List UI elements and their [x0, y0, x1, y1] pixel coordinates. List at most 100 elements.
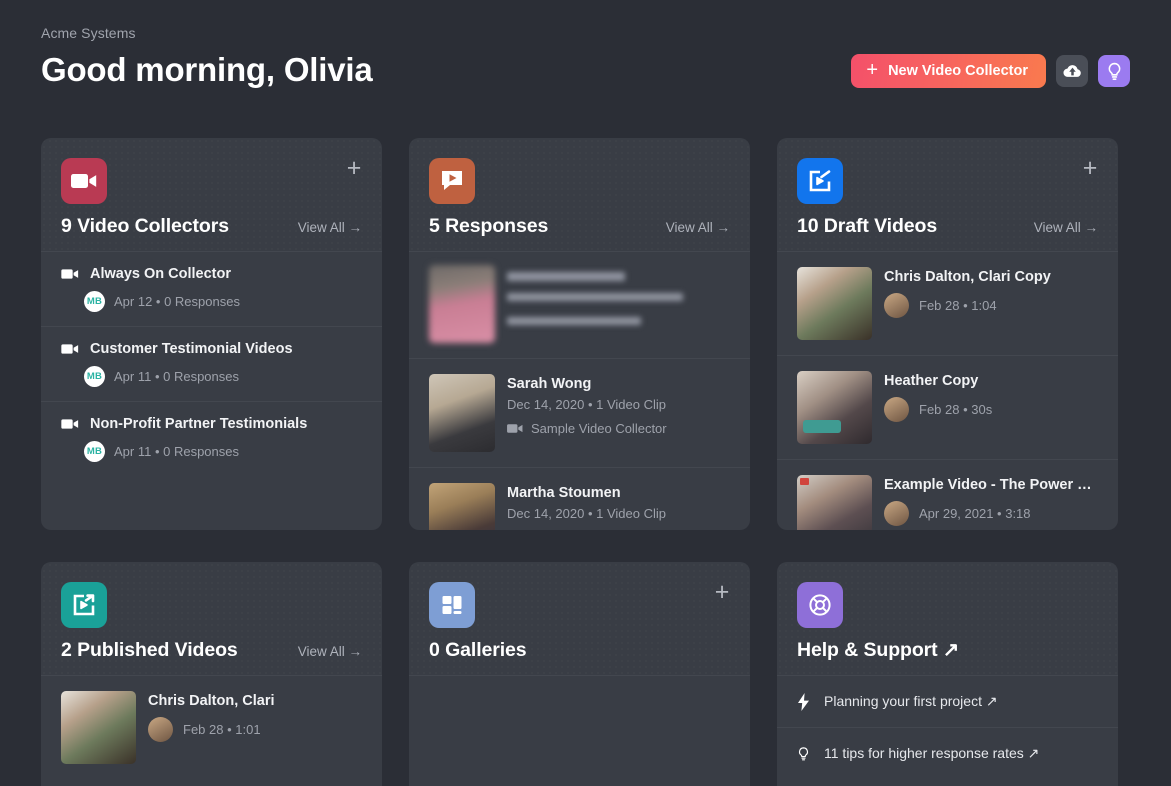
video-thumbnail — [797, 267, 872, 340]
video-meta: Apr 29, 2021 • 3:18 — [919, 506, 1031, 521]
help-link-label: 11 tips for higher response rates ↗ — [824, 745, 1039, 762]
card-responses: 5 Responses View All → Sarah Wong Dec 14… — [409, 138, 750, 530]
list-item[interactable]: Non-Profit Partner Testimonials MB Apr 1… — [41, 401, 382, 476]
video-title: Example Video - The Power of ... — [884, 477, 1100, 493]
video-camera-icon — [507, 423, 523, 434]
video-meta: Feb 28 • 1:04 — [919, 298, 997, 313]
card-body: Planning your first project ↗ 11 tips fo… — [777, 675, 1118, 786]
list-item[interactable]: Martha Stoumen Dec 14, 2020 • 1 Video Cl… — [409, 467, 750, 530]
video-thumbnail — [61, 691, 136, 764]
card-title[interactable]: Help & Support ↗ — [797, 638, 959, 662]
video-title: Chris Dalton, Clari — [148, 693, 364, 709]
video-title: Chris Dalton, Clari Copy — [884, 269, 1100, 285]
card-header: + 10 Draft Videos View All → — [777, 138, 1118, 251]
video-thumbnail — [797, 371, 872, 444]
dashboard-grid: + 9 Video Collectors View All → Always O… — [41, 138, 1130, 786]
card-body: Sarah Wong Dec 14, 2020 • 1 Video Clip S… — [409, 251, 750, 530]
card-video-collectors: + 9 Video Collectors View All → Always O… — [41, 138, 382, 530]
cloud-upload-icon — [1063, 63, 1082, 80]
card-title: 5 Responses — [429, 215, 548, 238]
help-link-planning[interactable]: Planning your first project ↗ — [777, 675, 1118, 727]
collector-name: Non-Profit Partner Testimonials — [90, 416, 307, 432]
card-help-support: Help & Support ↗ Planning your first pro… — [777, 562, 1118, 786]
avatar — [884, 397, 909, 422]
avatar — [884, 293, 909, 318]
card-header: + 0 Galleries — [409, 562, 750, 675]
tips-button[interactable] — [1098, 55, 1130, 87]
add-video-collector-button[interactable]: + — [343, 158, 365, 180]
card-title: 2 Published Videos — [61, 639, 238, 662]
avatar: MB — [84, 441, 105, 462]
video-edit-icon — [797, 158, 843, 204]
response-thumbnail — [429, 265, 495, 343]
response-play-bubble-icon — [429, 158, 475, 204]
lightbulb-icon — [797, 745, 810, 763]
video-meta: Feb 28 • 30s — [919, 402, 992, 417]
plus-icon: + — [866, 60, 878, 80]
video-thumbnail — [797, 475, 872, 530]
card-body: Always On Collector MB Apr 12 • 0 Respon… — [41, 251, 382, 530]
card-header: 5 Responses View All → — [409, 138, 750, 251]
card-draft-videos: + 10 Draft Videos View All → Chris Dalto… — [777, 138, 1118, 530]
help-link-tips[interactable]: 11 tips for higher response rates ↗ — [777, 727, 1118, 779]
add-draft-video-button[interactable]: + — [1079, 158, 1101, 180]
response-thumbnail — [429, 483, 495, 530]
help-link-label: Planning your first project ↗ — [824, 693, 998, 710]
list-item[interactable]: Sarah Wong Dec 14, 2020 • 1 Video Clip S… — [409, 358, 750, 467]
card-galleries: + 0 Galleries — [409, 562, 750, 786]
collector-name: Always On Collector — [90, 266, 231, 282]
add-gallery-button[interactable]: + — [711, 582, 733, 604]
card-body-empty — [409, 675, 750, 786]
video-camera-icon — [61, 268, 79, 280]
card-title: 9 Video Collectors — [61, 215, 229, 238]
list-item[interactable]: Chris Dalton, Clari Copy Feb 28 • 1:04 — [777, 251, 1118, 355]
upload-button[interactable] — [1056, 55, 1088, 87]
card-published-videos: 2 Published Videos View All → Chris Dalt… — [41, 562, 382, 786]
response-name: Sarah Wong — [507, 376, 732, 392]
card-title: 0 Galleries — [429, 639, 527, 662]
card-header: + 9 Video Collectors View All → — [41, 138, 382, 251]
collector-name: Customer Testimonial Videos — [90, 341, 293, 357]
response-thumbnail — [429, 374, 495, 452]
new-video-collector-button[interactable]: + New Video Collector — [851, 54, 1046, 88]
list-item[interactable]: Customer Testimonial Videos MB Apr 11 • … — [41, 326, 382, 401]
list-item[interactable]: Heather Copy Feb 28 • 30s — [777, 355, 1118, 459]
avatar — [884, 501, 909, 526]
avatar: MB — [84, 291, 105, 312]
collector-meta: Apr 11 • 0 Responses — [114, 444, 239, 459]
video-camera-icon — [61, 418, 79, 430]
video-title: Heather Copy — [884, 373, 1100, 389]
card-title: 10 Draft Videos — [797, 215, 937, 238]
view-all-link[interactable]: View All → — [1034, 220, 1098, 235]
organization-name: Acme Systems — [41, 24, 1130, 42]
card-header: 2 Published Videos View All → — [41, 562, 382, 675]
view-all-link[interactable]: View All → — [666, 220, 730, 235]
collector-meta: Apr 12 • 0 Responses — [114, 294, 240, 309]
bolt-icon — [797, 693, 810, 711]
view-all-link[interactable]: View All → — [298, 220, 362, 235]
list-item[interactable]: Example Video - The Power of ... Apr 29,… — [777, 459, 1118, 530]
page-header: Acme Systems Good morning, Olivia + New … — [41, 24, 1130, 102]
view-all-link[interactable]: View All → — [298, 644, 362, 659]
response-meta: Dec 14, 2020 • 1 Video Clip — [507, 397, 732, 412]
new-video-collector-label: New Video Collector — [888, 63, 1028, 79]
collector-meta: Apr 11 • 0 Responses — [114, 369, 239, 384]
response-name: Martha Stoumen — [507, 485, 732, 501]
list-item[interactable] — [409, 251, 750, 358]
lightbulb-icon — [1106, 62, 1123, 81]
life-preserver-icon — [797, 582, 843, 628]
list-item[interactable]: Always On Collector MB Apr 12 • 0 Respon… — [41, 251, 382, 326]
card-body: Chris Dalton, Clari Feb 28 • 1:01 — [41, 675, 382, 786]
video-camera-icon — [61, 343, 79, 355]
response-collector: Sample Video Collector — [531, 421, 667, 436]
video-camera-icon — [61, 158, 107, 204]
video-publish-icon — [61, 582, 107, 628]
avatar — [148, 717, 173, 742]
card-header: Help & Support ↗ — [777, 562, 1118, 675]
header-actions: + New Video Collector — [851, 54, 1130, 88]
card-body: Chris Dalton, Clari Copy Feb 28 • 1:04 H… — [777, 251, 1118, 530]
list-item[interactable]: Chris Dalton, Clari Feb 28 • 1:01 — [41, 675, 382, 779]
video-meta: Feb 28 • 1:01 — [183, 722, 261, 737]
response-meta: Dec 14, 2020 • 1 Video Clip — [507, 506, 732, 521]
avatar: MB — [84, 366, 105, 387]
